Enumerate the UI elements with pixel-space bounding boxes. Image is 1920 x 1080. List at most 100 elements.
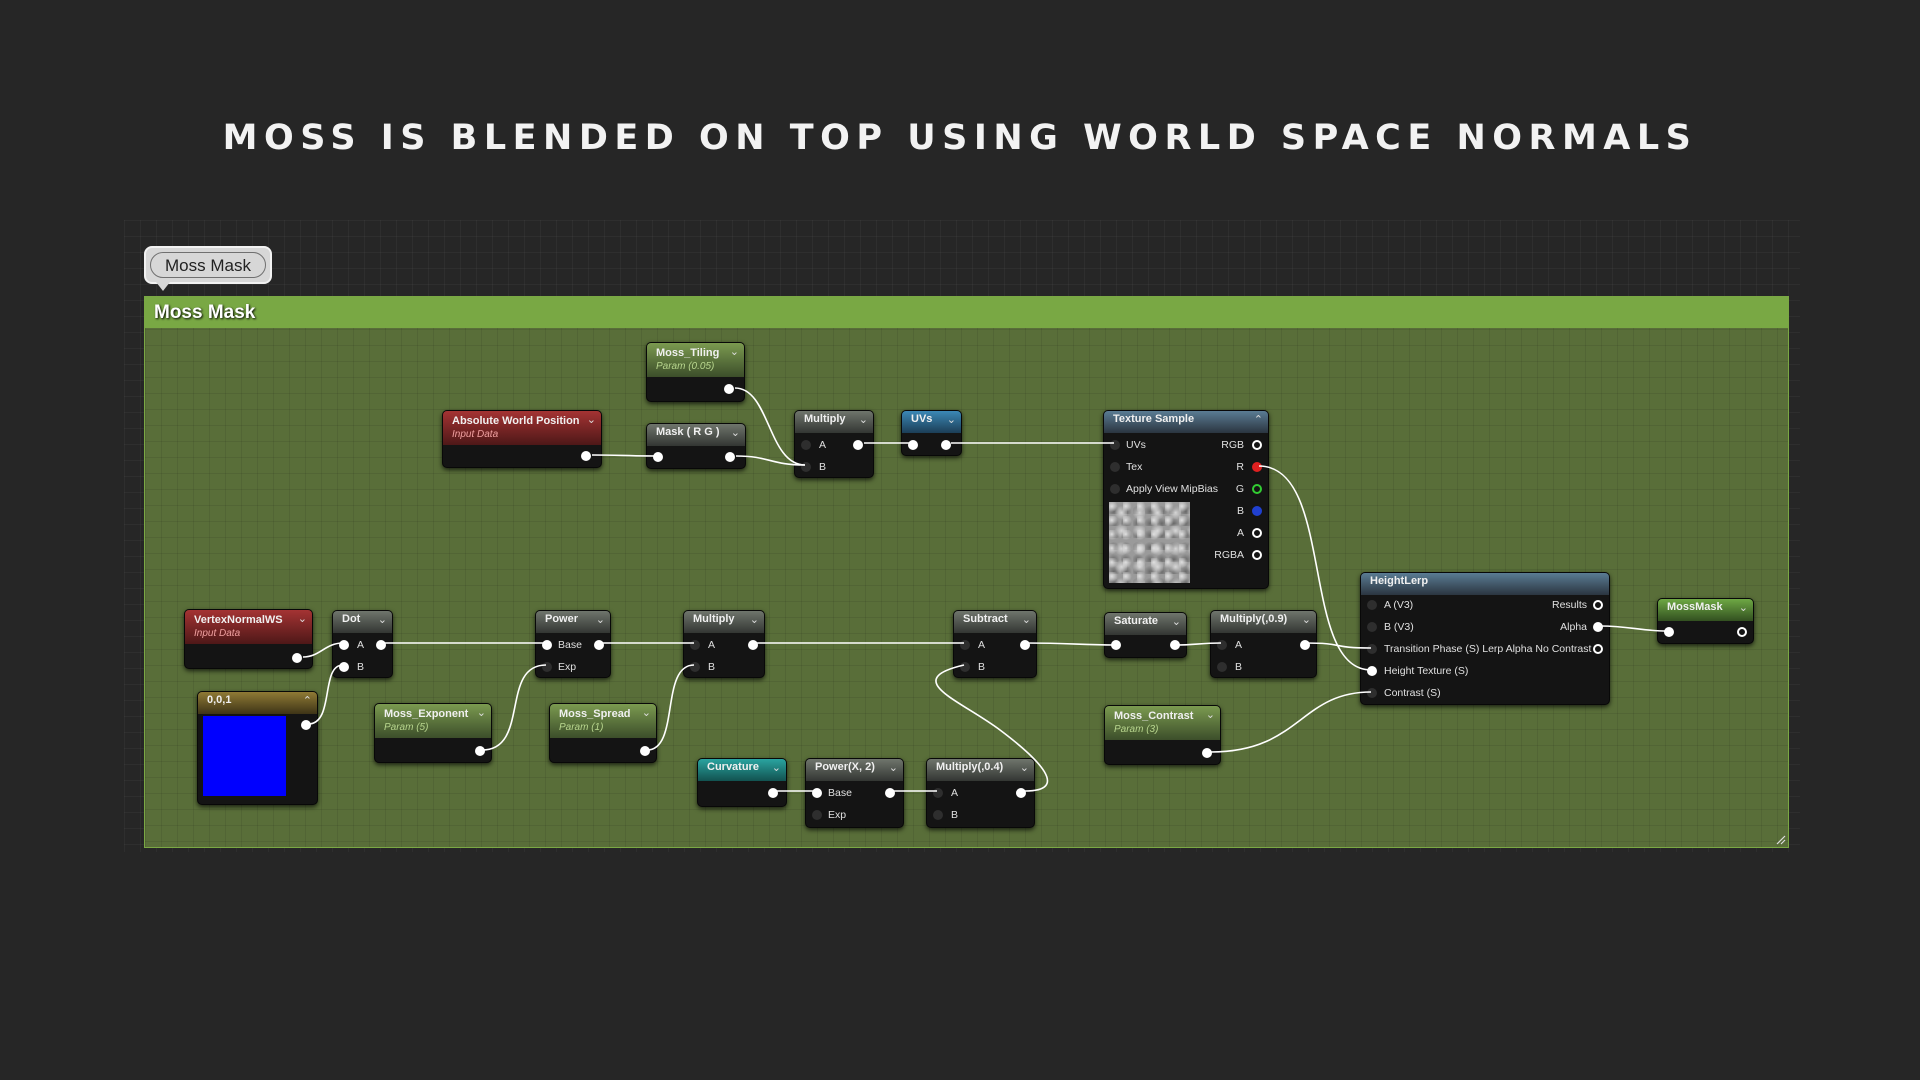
output-pin[interactable] — [725, 452, 735, 462]
input-pin-b[interactable] — [690, 662, 700, 672]
input-pin-base[interactable] — [542, 640, 552, 650]
input-pin-exp[interactable] — [542, 662, 552, 672]
input-pin-height-texture[interactable] — [1367, 666, 1377, 676]
input-pin-b[interactable] — [960, 662, 970, 672]
input-pin-b[interactable] — [801, 462, 811, 472]
node-multiply-uv[interactable]: Multiply ⌄ A B — [794, 410, 874, 478]
node-moss-contrast[interactable]: Moss_Contrast Param (3) ⌄ — [1104, 705, 1221, 765]
node-moss-exponent[interactable]: Moss_Exponent Param (5) ⌄ — [374, 703, 492, 763]
input-pin-a[interactable] — [933, 788, 943, 798]
node-uvs[interactable]: UVs ⌄ — [901, 410, 962, 456]
input-pin-tex[interactable] — [1110, 462, 1120, 472]
input-pin-mipbias[interactable] — [1110, 484, 1120, 494]
chevron-up-icon[interactable]: ⌃ — [303, 694, 312, 707]
chevron-down-icon[interactable]: ⌄ — [378, 613, 387, 626]
output-pin-r[interactable] — [1252, 462, 1262, 472]
node-saturate[interactable]: Saturate ⌄ — [1104, 612, 1187, 658]
output-pin[interactable] — [748, 640, 758, 650]
output-pin-g[interactable] — [1252, 484, 1262, 494]
input-pin-base[interactable] — [812, 788, 822, 798]
output-pin[interactable] — [885, 788, 895, 798]
node-moss-spread[interactable]: Moss_Spread Param (1) ⌄ — [549, 703, 657, 763]
chevron-down-icon[interactable]: ⌄ — [750, 613, 759, 626]
node-vertex-normal-ws[interactable]: VertexNormalWS Input Data ⌄ — [184, 609, 313, 669]
input-pin[interactable] — [1111, 640, 1121, 650]
input-pin-uvs[interactable] — [1110, 440, 1120, 450]
output-pin-b[interactable] — [1252, 506, 1262, 516]
chevron-down-icon[interactable]: ⌄ — [889, 761, 898, 774]
output-pin[interactable] — [640, 746, 650, 756]
node-multiply-09[interactable]: Multiply(,0.9) ⌄ A B — [1210, 610, 1317, 678]
input-pin[interactable] — [908, 440, 918, 450]
node-texture-sample[interactable]: Texture Sample ⌃ UVs Tex Apply View MipBi… — [1103, 410, 1269, 589]
output-pin[interactable] — [475, 746, 485, 756]
input-pin-contrast[interactable] — [1367, 688, 1377, 698]
chevron-down-icon[interactable]: ⌄ — [1302, 613, 1311, 626]
chevron-down-icon[interactable]: ⌄ — [947, 413, 956, 426]
node-moss-tiling[interactable]: Moss_Tiling Param (0.05) ⌄ — [646, 342, 745, 402]
input-pin-transition-phase[interactable] — [1367, 644, 1377, 654]
input-pin-b[interactable] — [339, 662, 349, 672]
chevron-down-icon[interactable]: ⌄ — [596, 613, 605, 626]
chevron-down-icon[interactable]: ⌄ — [1172, 615, 1181, 628]
chevron-down-icon[interactable]: ⌄ — [1739, 601, 1748, 614]
node-constant-001[interactable]: 0,0,1 ⌃ — [197, 691, 318, 805]
output-pin[interactable] — [1016, 788, 1026, 798]
output-pin[interactable] — [292, 653, 302, 663]
chevron-down-icon[interactable]: ⌄ — [1022, 613, 1031, 626]
node-heightlerp[interactable]: HeightLerp A (V3) Results B (V3) Alpha T… — [1360, 572, 1610, 705]
chevron-down-icon[interactable]: ⌄ — [859, 413, 868, 426]
output-pin[interactable] — [724, 384, 734, 394]
input-pin[interactable] — [653, 452, 663, 462]
chevron-down-icon[interactable]: ⌄ — [1020, 761, 1029, 774]
output-pin[interactable] — [768, 788, 778, 798]
node-mask-rg[interactable]: Mask ( R G ) ⌄ — [646, 423, 746, 469]
input-pin-b[interactable] — [1217, 662, 1227, 672]
output-pin[interactable] — [594, 640, 604, 650]
input-pin-b[interactable] — [933, 810, 943, 820]
output-pin-lerp-alpha-no-contrast[interactable] — [1593, 644, 1603, 654]
node-absolute-world-position[interactable]: Absolute World Position Input Data ⌄ — [442, 410, 602, 468]
output-pin[interactable] — [853, 440, 863, 450]
output-pin-a[interactable] — [1252, 528, 1262, 538]
input-pin-exp[interactable] — [812, 810, 822, 820]
resize-handle-icon[interactable] — [1774, 833, 1786, 845]
chevron-down-icon[interactable]: ⌄ — [298, 612, 307, 625]
input-pin-a[interactable] — [960, 640, 970, 650]
chevron-down-icon[interactable]: ⌄ — [587, 413, 596, 426]
node-curvature[interactable]: Curvature ⌄ — [697, 758, 787, 807]
input-pin-a[interactable] — [690, 640, 700, 650]
output-pin[interactable] — [941, 440, 951, 450]
output-pin-results[interactable] — [1593, 600, 1603, 610]
output-pin[interactable] — [1170, 640, 1180, 650]
input-pin-a[interactable] — [801, 440, 811, 450]
output-pin-alpha[interactable] — [1593, 622, 1603, 632]
chevron-down-icon[interactable]: ⌄ — [730, 345, 739, 358]
node-multiply-mid[interactable]: Multiply ⌄ A B — [683, 610, 765, 678]
input-pin-a-v3[interactable] — [1367, 600, 1377, 610]
output-pin-rgb[interactable] — [1252, 440, 1262, 450]
chevron-down-icon[interactable]: ⌄ — [642, 706, 651, 719]
input-pin-a[interactable] — [339, 640, 349, 650]
output-pin-rgba[interactable] — [1252, 550, 1262, 560]
node-subtract[interactable]: Subtract ⌄ A B — [953, 610, 1037, 678]
output-pin[interactable] — [301, 720, 311, 730]
comment-header[interactable]: Moss Mask — [145, 297, 1788, 328]
output-pin[interactable] — [1737, 627, 1747, 637]
comment-bubble[interactable]: Moss Mask — [144, 246, 272, 291]
node-mossmask[interactable]: MossMask ⌄ — [1657, 598, 1754, 644]
output-pin[interactable] — [581, 451, 591, 461]
output-pin[interactable] — [1202, 748, 1212, 758]
node-power-x2[interactable]: Power(X, 2) ⌄ Base Exp — [805, 758, 904, 828]
output-pin[interactable] — [376, 640, 386, 650]
chevron-down-icon[interactable]: ⌄ — [1206, 708, 1215, 721]
node-multiply-04[interactable]: Multiply(,0.4) ⌄ A B — [926, 758, 1035, 828]
chevron-down-icon[interactable]: ⌄ — [477, 706, 486, 719]
node-dot[interactable]: Dot ⌄ A B — [332, 610, 393, 678]
node-power[interactable]: Power ⌄ Base Exp — [535, 610, 611, 678]
input-pin[interactable] — [1664, 627, 1674, 637]
input-pin-b-v3[interactable] — [1367, 622, 1377, 632]
chevron-up-icon[interactable]: ⌃ — [1254, 413, 1263, 426]
output-pin[interactable] — [1300, 640, 1310, 650]
input-pin-a[interactable] — [1217, 640, 1227, 650]
